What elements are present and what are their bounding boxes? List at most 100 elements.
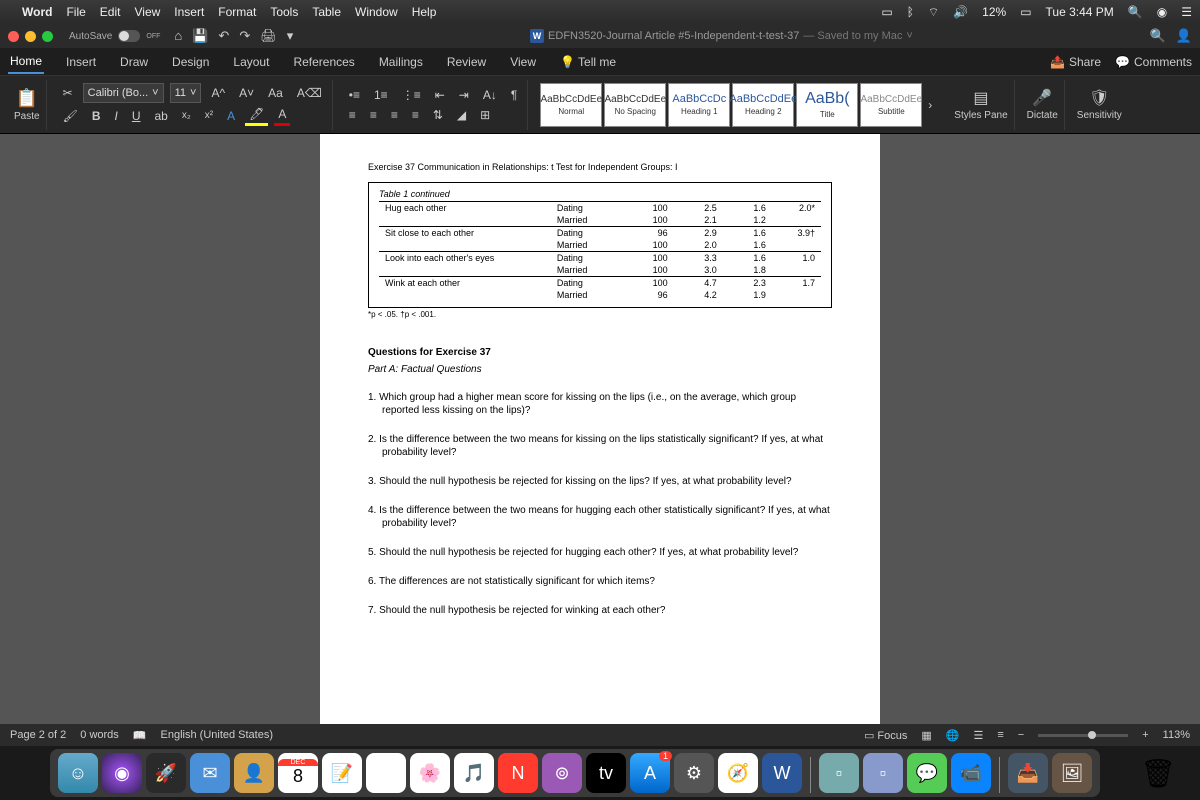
language-indicator[interactable]: English (United States)	[161, 729, 274, 741]
cut-icon[interactable]: ✂	[59, 84, 77, 102]
zoom-in-icon[interactable]: +	[1142, 729, 1148, 741]
menu-edit[interactable]: Edit	[100, 5, 121, 19]
sensitivity-group[interactable]: 🛡 Sensitivity	[1071, 80, 1128, 130]
recent-doc-2-icon[interactable]: ▫	[863, 753, 903, 793]
close-window-button[interactable]	[8, 31, 19, 42]
bold-button[interactable]: B	[88, 107, 105, 125]
control-center-icon[interactable]: ☰	[1181, 5, 1192, 19]
tv-icon[interactable]: tv	[586, 753, 626, 793]
styles-more-icon[interactable]: ›	[924, 96, 936, 114]
tab-home[interactable]: Home	[8, 50, 44, 74]
tab-layout[interactable]: Layout	[231, 51, 271, 73]
contacts-icon[interactable]: 👤	[234, 753, 274, 793]
music-icon[interactable]: 🎵	[454, 753, 494, 793]
wifi-icon[interactable]: ⌔	[928, 5, 939, 20]
zoom-percent[interactable]: 113%	[1163, 729, 1190, 741]
word-count[interactable]: 0 words	[80, 729, 119, 741]
borders-icon[interactable]: ⊞	[476, 106, 494, 124]
clear-format-icon[interactable]: A⌫	[293, 84, 326, 102]
tab-insert[interactable]: Insert	[64, 51, 98, 73]
tab-references[interactable]: References	[291, 51, 356, 73]
fullscreen-window-button[interactable]	[42, 31, 53, 42]
document-title[interactable]: W EDFN3520-Journal Article #5-Independen…	[301, 29, 1141, 43]
safari-icon[interactable]: 🧭	[718, 753, 758, 793]
decrease-indent-icon[interactable]: ⇤	[431, 86, 449, 104]
siri-dock-icon[interactable]: ◉	[102, 753, 142, 793]
text-effects-icon[interactable]: A	[223, 107, 239, 125]
minimize-window-button[interactable]	[25, 31, 36, 42]
font-color-icon[interactable]: A	[274, 105, 290, 126]
numbering-icon[interactable]: 1≡	[370, 86, 392, 104]
line-spacing-icon[interactable]: ⇅	[429, 106, 447, 124]
focus-mode[interactable]: ▭ Focus	[864, 729, 907, 742]
bullets-icon[interactable]: •≡	[345, 86, 364, 104]
italic-button[interactable]: I	[110, 107, 121, 125]
reminders-icon[interactable]: ⦿	[366, 753, 406, 793]
volume-icon[interactable]: 🔊	[953, 5, 968, 19]
style-heading2[interactable]: AaBbCcDdEeHeading 2	[732, 83, 794, 127]
menubar-clock[interactable]: Tue 3:44 PM	[1046, 5, 1114, 19]
increase-indent-icon[interactable]: ⇥	[455, 86, 473, 104]
downloads-icon[interactable]: 📥	[1008, 753, 1048, 793]
print-layout-icon[interactable]: ▦	[921, 729, 931, 742]
battery-percent[interactable]: 12%	[982, 5, 1006, 19]
align-center-icon[interactable]: ≡	[366, 106, 381, 124]
search-icon[interactable]: 🔍	[1150, 28, 1166, 44]
style-normal[interactable]: AaBbCcDdEeNormal	[540, 83, 602, 127]
menu-tools[interactable]: Tools	[270, 5, 298, 19]
menu-window[interactable]: Window	[355, 5, 398, 19]
app-name-menu[interactable]: Word	[22, 5, 52, 19]
menu-file[interactable]: File	[66, 5, 85, 19]
draft-icon[interactable]: ≡	[997, 729, 1003, 741]
page-indicator[interactable]: Page 2 of 2	[10, 729, 66, 741]
underline-button[interactable]: U	[128, 107, 145, 125]
notes-icon[interactable]: 📝	[322, 753, 362, 793]
appstore-icon[interactable]: A1	[630, 753, 670, 793]
subscript-button[interactable]: x₂	[178, 108, 195, 123]
menu-view[interactable]: View	[134, 5, 160, 19]
screenshot-stack-icon[interactable]: 🖼	[1052, 753, 1092, 793]
spellcheck-icon[interactable]: 📖	[133, 729, 147, 742]
undo-icon[interactable]: ↶	[218, 28, 229, 44]
word-dock-icon[interactable]: W	[762, 753, 802, 793]
mail-icon[interactable]: ✉	[190, 753, 230, 793]
comments-button[interactable]: 💬 Comments	[1115, 55, 1192, 69]
redo-icon[interactable]: ↷	[239, 28, 250, 44]
style-title[interactable]: AaBb(Title	[796, 83, 858, 127]
home-icon[interactable]: ⌂	[174, 28, 182, 44]
sort-icon[interactable]: A↓	[479, 86, 501, 104]
toggle-off-icon[interactable]	[118, 30, 140, 42]
save-icon[interactable]: 💾	[192, 28, 208, 44]
chevron-down-icon[interactable]: ˅	[906, 30, 912, 42]
siri-icon[interactable]: ◉	[1157, 5, 1167, 19]
menu-table[interactable]: Table	[312, 5, 341, 19]
align-right-icon[interactable]: ≡	[387, 106, 402, 124]
qat-dropdown-icon[interactable]: ▾	[287, 28, 294, 44]
zoom-out-icon[interactable]: −	[1018, 729, 1024, 741]
outline-icon[interactable]: ☰	[974, 729, 984, 742]
spotlight-icon[interactable]: 🔍	[1128, 5, 1143, 19]
styles-pane-group[interactable]: ▤ Styles Pane	[948, 80, 1014, 130]
launchpad-icon[interactable]: 🚀	[146, 753, 186, 793]
tell-me[interactable]: 💡 Tell me	[558, 51, 618, 73]
font-size-select[interactable]: 11 ˅	[170, 83, 202, 103]
paste-icon[interactable]: 📋	[16, 88, 38, 109]
bluetooth-icon[interactable]: ᛒ	[907, 5, 914, 19]
format-painter-icon[interactable]: 🖌	[59, 107, 82, 125]
tab-draw[interactable]: Draw	[118, 51, 150, 73]
tab-design[interactable]: Design	[170, 51, 211, 73]
photos-icon[interactable]: 🌸	[410, 753, 450, 793]
dictate-group[interactable]: 🎤 Dictate	[1021, 80, 1065, 130]
decrease-font-icon[interactable]: A˅	[235, 84, 258, 102]
tab-review[interactable]: Review	[445, 51, 488, 73]
document-canvas[interactable]: Exercise 37 Communication in Relationshi…	[0, 134, 1200, 724]
share-button[interactable]: 📤 Share	[1050, 55, 1101, 69]
settings-icon[interactable]: ⚙	[674, 753, 714, 793]
podcasts-icon[interactable]: ⊚	[542, 753, 582, 793]
font-name-select[interactable]: Calibri (Bo... ˅	[83, 83, 164, 103]
recent-doc-1-icon[interactable]: ▫	[819, 753, 859, 793]
zoom-slider[interactable]	[1038, 734, 1128, 737]
menu-help[interactable]: Help	[412, 5, 437, 19]
battery-icon[interactable]: ▭	[1020, 5, 1031, 19]
document-page[interactable]: Exercise 37 Communication in Relationshi…	[320, 134, 880, 724]
